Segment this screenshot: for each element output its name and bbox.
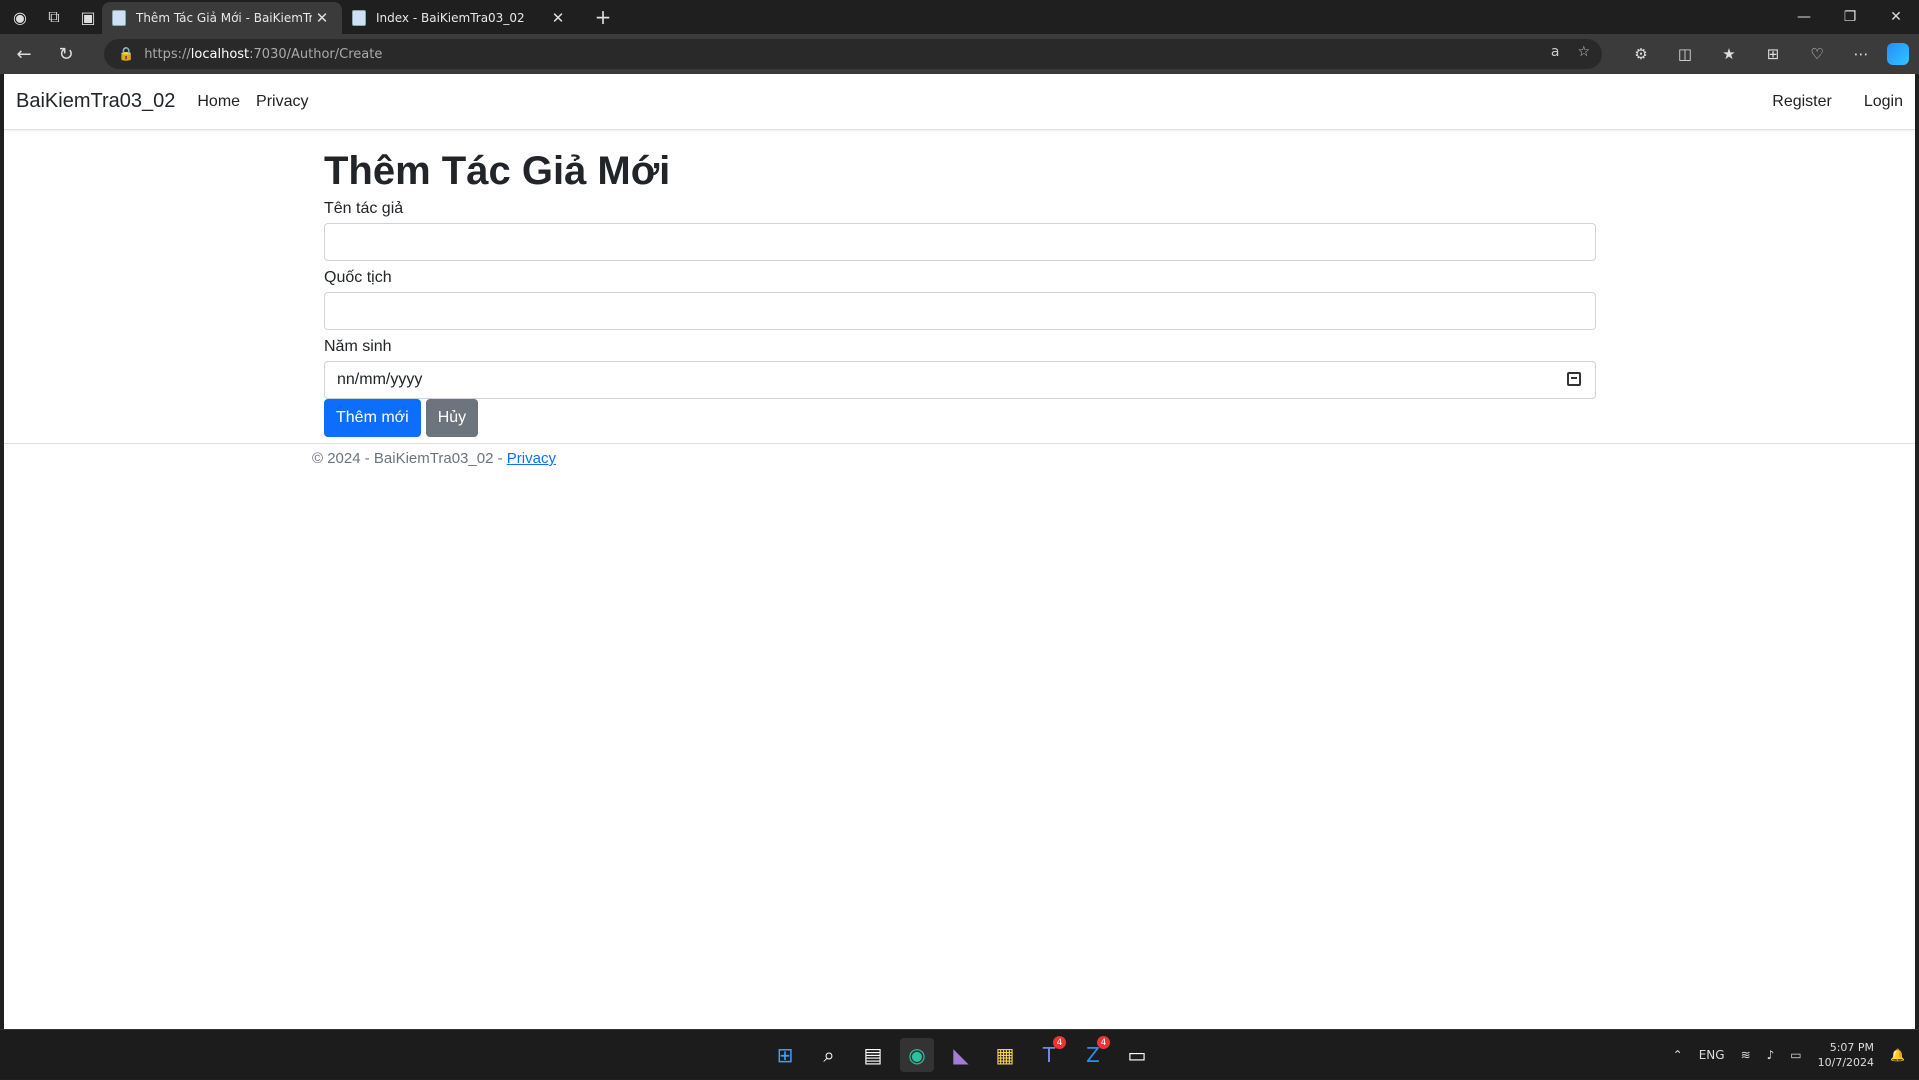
url-path: :7030/Author/Create xyxy=(249,46,383,62)
form-actions: Thêm mới Hủy xyxy=(324,399,1596,437)
nav-home[interactable]: Home xyxy=(197,93,240,111)
address-toolbar: ← ↻ 🔒 https://localhost:7030/Author/Crea… xyxy=(0,34,1919,74)
edge-icon[interactable]: ◉ xyxy=(900,1038,934,1072)
nav-login[interactable]: Login xyxy=(1864,93,1903,111)
chevron-up-icon[interactable]: ⌃ xyxy=(1673,1048,1683,1062)
read-aloud-icon[interactable]: a xyxy=(1551,44,1560,60)
page-favicon-icon xyxy=(352,10,366,26)
cancel-button[interactable]: Hủy xyxy=(425,399,479,437)
nav-privacy[interactable]: Privacy xyxy=(256,93,308,111)
new-tab-icon[interactable]: + xyxy=(588,2,618,32)
birth-date-input[interactable]: nn/mm/yyyy xyxy=(324,361,1596,399)
restore-icon[interactable]: ❐ xyxy=(1827,0,1873,34)
refresh-icon[interactable]: ↻ xyxy=(48,38,84,70)
nav-register[interactable]: Register xyxy=(1772,93,1832,111)
wifi-icon[interactable]: ≋ xyxy=(1741,1048,1751,1062)
calendar-icon[interactable] xyxy=(1567,372,1581,386)
birth-year-label: Năm sinh xyxy=(324,338,392,355)
window-controls: — ❐ ✕ xyxy=(1781,0,1919,34)
volume-icon[interactable]: ♪ xyxy=(1767,1048,1775,1062)
visual-studio-icon[interactable]: ◣ xyxy=(944,1038,978,1072)
submit-button[interactable]: Thêm mới xyxy=(324,399,421,437)
clock-time: 5:07 PM xyxy=(1829,1041,1875,1054)
start-icon[interactable]: ⊞ xyxy=(768,1038,802,1072)
zalo-badge: 4 xyxy=(1097,1036,1110,1049)
birth-date-placeholder: nn/mm/yyyy xyxy=(337,371,423,388)
clock-date: 10/7/2024 xyxy=(1817,1056,1875,1069)
workspaces-icon[interactable]: ⧉ xyxy=(40,3,68,31)
browser-essentials-icon[interactable]: ♡ xyxy=(1799,38,1835,70)
nationality-label: Quốc tịch xyxy=(324,269,392,286)
favorites-icon[interactable]: ★ xyxy=(1711,38,1747,70)
search-icon[interactable]: ⌕ xyxy=(812,1038,846,1072)
author-name-label: Tên tác giả xyxy=(324,200,404,217)
notification-bell-icon[interactable]: 🔔 xyxy=(1890,1048,1905,1062)
file-explorer-icon[interactable]: ▤ xyxy=(856,1038,890,1072)
terminal-icon[interactable]: ▭ xyxy=(1120,1038,1154,1072)
footer-privacy-link[interactable]: Privacy xyxy=(507,450,556,467)
web-page: BaiKiemTra03_02 Home Privacy Register Lo… xyxy=(4,74,1915,1029)
sticky-notes-icon[interactable]: ▦ xyxy=(988,1038,1022,1072)
minimize-icon[interactable]: — xyxy=(1781,0,1827,34)
profile-icon[interactable]: ◉ xyxy=(6,3,34,31)
tab-index[interactable]: Index - BaiKiemTra03_02 ✕ xyxy=(342,2,578,34)
tab-title: Index - BaiKiemTra03_02 xyxy=(376,11,525,25)
create-author-form: Thêm Tác Giả Mới Tên tác giả Quốc tịch N… xyxy=(324,130,1596,437)
lock-icon[interactable]: 🔒 xyxy=(118,47,134,62)
url-scheme: https:// xyxy=(144,46,191,62)
url-host: localhost xyxy=(190,46,250,62)
language-indicator[interactable]: ENG xyxy=(1699,1048,1725,1062)
nationality-input[interactable] xyxy=(324,292,1596,330)
site-navbar: BaiKiemTra03_02 Home Privacy Register Lo… xyxy=(4,74,1915,130)
site-brand[interactable]: BaiKiemTra03_02 xyxy=(16,90,175,113)
back-icon[interactable]: ← xyxy=(6,38,42,70)
close-tab-icon[interactable]: ✕ xyxy=(312,9,332,27)
battery-icon[interactable]: ▭ xyxy=(1790,1048,1801,1062)
site-footer: © 2024 - BaiKiemTra03_02 - Privacy xyxy=(4,443,1915,467)
vertical-tabs-icon[interactable]: ▣ xyxy=(74,3,102,31)
footer-text: © 2024 - BaiKiemTra03_02 - xyxy=(312,450,507,467)
copilot-icon[interactable] xyxy=(1887,43,1909,65)
teams-badge: 4 xyxy=(1053,1036,1066,1049)
page-favicon-icon xyxy=(112,10,126,26)
favorite-star-icon[interactable]: ☆ xyxy=(1577,44,1590,60)
collections-icon[interactable]: ⊞ xyxy=(1755,38,1791,70)
address-bar[interactable]: 🔒 https://localhost:7030/Author/Create a… xyxy=(104,39,1602,69)
teams-icon[interactable]: T4 xyxy=(1032,1036,1066,1072)
split-screen-icon[interactable]: ◫ xyxy=(1667,38,1703,70)
tab-create-author[interactable]: Thêm Tác Giả Mới - BaiKiemTra03_02 ✕ xyxy=(102,2,342,34)
clock[interactable]: 5:07 PM 10/7/2024 xyxy=(1818,1040,1874,1070)
close-tab-icon[interactable]: ✕ xyxy=(548,9,568,27)
zalo-icon[interactable]: Z4 xyxy=(1076,1036,1110,1072)
system-tray: ⌃ ENG ≋ ♪ ▭ 5:07 PM 10/7/2024 🔔 xyxy=(1673,1030,1905,1080)
tab-title: Thêm Tác Giả Mới - BaiKiemTra03_02 xyxy=(136,11,312,25)
close-window-icon[interactable]: ✕ xyxy=(1873,0,1919,34)
author-name-input[interactable] xyxy=(324,223,1596,261)
browser-tools: ⚙ ◫ ★ ⊞ ♡ ⋯ xyxy=(1623,34,1909,74)
extensions-icon[interactable]: ⚙ xyxy=(1623,38,1659,70)
page-title: Thêm Tác Giả Mới xyxy=(324,149,671,193)
browser-tab-bar: ◉ ⧉ ▣ Thêm Tác Giả Mới - BaiKiemTra03_02… xyxy=(0,0,1919,34)
more-options-icon[interactable]: ⋯ xyxy=(1843,38,1879,70)
windows-taskbar: ⊞ ⌕ ▤ ◉ ◣ ▦ T4 Z4 ▭ ⌃ ENG ≋ ♪ ▭ 5:07 PM … xyxy=(0,1029,1919,1079)
